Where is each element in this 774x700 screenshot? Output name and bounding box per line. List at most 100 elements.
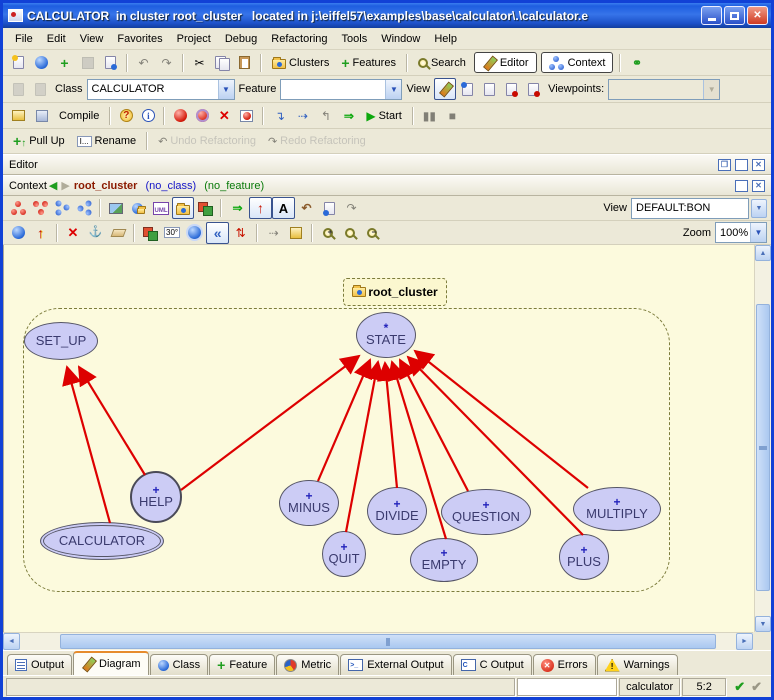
maximize-button[interactable]	[724, 6, 745, 25]
edge-plus-state[interactable]	[408, 357, 583, 535]
show-suppliers-button[interactable]	[73, 197, 95, 219]
project-info-button[interactable]: i	[137, 105, 159, 127]
vertical-scrollbar[interactable]: ▲ ▼	[754, 245, 771, 632]
views-window-button[interactable]	[194, 197, 216, 219]
stop-button[interactable]: ■	[441, 105, 464, 127]
cut-button[interactable]: ✂	[188, 52, 211, 74]
viewpoints-combobox[interactable]: ▼	[608, 79, 720, 100]
zoom-combo-arrow-icon[interactable]: ▼	[750, 223, 766, 242]
diagram-view-combobox[interactable]: DEFAULT:BON	[631, 198, 749, 219]
view-editor-button[interactable]	[434, 78, 456, 100]
viewpoints-combo-arrow-icon[interactable]: ▼	[703, 80, 719, 99]
class-combo-arrow-icon[interactable]: ▼	[218, 80, 234, 99]
tab-feature[interactable]: + Feature	[209, 654, 275, 675]
context-feature-link[interactable]: (no_feature)	[204, 180, 264, 192]
step-out-button[interactable]: ↰	[314, 105, 337, 127]
editor-close-button[interactable]: ✕	[752, 159, 765, 171]
snap-angle-button[interactable]: 30°	[161, 222, 183, 244]
view-interface-button[interactable]	[500, 78, 522, 100]
diagram-undo-button[interactable]: ↶	[295, 197, 318, 219]
scroll-left-button[interactable]: ◄	[3, 633, 20, 650]
redo-refactoring-button[interactable]: ↷ Redo Refactoring	[262, 130, 372, 152]
quality-button[interactable]	[183, 222, 206, 244]
labels-toggle-button[interactable]: A	[272, 197, 295, 219]
context-maximize-button[interactable]	[735, 180, 748, 192]
paste-button[interactable]	[233, 52, 256, 74]
create-inheritance-button[interactable]: ↑	[29, 222, 52, 244]
horizontal-scrollbar[interactable]: ◄ ►	[3, 632, 753, 650]
edge-help-setup[interactable]	[79, 367, 145, 475]
breakpoint-enable-button[interactable]	[169, 105, 191, 127]
show-ancestors-button[interactable]	[7, 197, 29, 219]
client-links-button[interactable]: ⇒	[226, 197, 249, 219]
run-to-cursor-button[interactable]: ⇒	[337, 105, 360, 127]
zoom-in-button[interactable]: +	[317, 222, 339, 244]
editor-toggle-button[interactable]: Editor	[474, 52, 537, 73]
pause-button[interactable]: ▮▮	[418, 105, 441, 127]
breakpoint-remove-button[interactable]: ✕	[213, 105, 235, 127]
scroll-down-button[interactable]: ▼	[755, 616, 771, 632]
copy-button[interactable]	[211, 52, 233, 74]
compile-button[interactable]: Compile	[53, 105, 105, 127]
new-file-button[interactable]	[7, 52, 30, 74]
scroll-up-button[interactable]: ▲	[755, 245, 771, 261]
delete-button[interactable]: ✕	[62, 222, 84, 244]
history-back-button[interactable]	[7, 78, 29, 100]
straighten-links-button[interactable]: «	[206, 222, 229, 244]
edge-divide-state[interactable]	[385, 363, 397, 488]
zoom-combobox[interactable]: 100% ▼	[715, 222, 767, 243]
unanchor-button[interactable]: ⚓	[84, 222, 107, 244]
edge-minus-state[interactable]	[318, 360, 370, 481]
horizontal-scroll-thumb[interactable]	[60, 634, 716, 649]
edge-question-state[interactable]	[400, 360, 468, 491]
inheritance-links-button[interactable]: ↑	[249, 197, 272, 219]
cluster-label-box[interactable]: root_cluster	[343, 278, 447, 306]
undo-refactoring-button[interactable]: ↶ Undo Refactoring	[152, 130, 262, 152]
align-button[interactable]: ⇅	[229, 222, 252, 244]
menu-favorites[interactable]: Favorites	[111, 31, 168, 47]
rename-button[interactable]: I... Rename	[71, 130, 142, 152]
create-class-button[interactable]	[7, 222, 29, 244]
tab-diagram[interactable]: Diagram	[73, 651, 149, 675]
diagram-history-button[interactable]	[318, 197, 340, 219]
editor-restore-button[interactable]: ❐	[718, 159, 731, 171]
redo-button[interactable]: ↷	[155, 52, 178, 74]
undo-button[interactable]: ↶	[132, 52, 155, 74]
freeze-button[interactable]	[30, 105, 53, 127]
title-bar[interactable]: CALCULATOR in cluster root_cluster locat…	[3, 3, 771, 28]
search-button[interactable]: Search	[412, 52, 472, 74]
menu-project[interactable]: Project	[171, 31, 217, 47]
tab-class[interactable]: Class	[150, 654, 209, 675]
uml-view-button[interactable]: UML	[150, 197, 172, 219]
menu-edit[interactable]: Edit	[41, 31, 72, 47]
view-contract-button[interactable]	[478, 78, 500, 100]
feature-combobox[interactable]: ▼	[280, 79, 402, 100]
external-commands-button[interactable]: ⚭	[625, 52, 648, 74]
diagram-view-dropdown-button[interactable]: ▼	[751, 199, 767, 218]
link-tool-button[interactable]: ⇢	[262, 222, 285, 244]
view-flat-contract-button[interactable]	[522, 78, 544, 100]
clusters-button[interactable]: Clusters	[266, 52, 335, 74]
edge-multiply-state[interactable]	[415, 351, 588, 488]
view-flat-button[interactable]	[456, 78, 478, 100]
fill-color-button[interactable]	[139, 222, 161, 244]
menu-debug[interactable]: Debug	[219, 31, 263, 47]
save-button[interactable]	[76, 52, 99, 74]
context-cluster-link[interactable]: root_cluster	[74, 180, 138, 192]
diagram-canvas[interactable]: root_cluster SET_UP * STATE + HELP CALCU…	[3, 245, 754, 632]
start-button[interactable]: ▶ Start	[360, 105, 407, 127]
zoom-out-button[interactable]: −	[361, 222, 383, 244]
menu-file[interactable]: File	[9, 31, 39, 47]
menu-refactoring[interactable]: Refactoring	[265, 31, 333, 47]
edge-calculator-setup[interactable]	[67, 367, 110, 523]
history-forward-button[interactable]	[29, 78, 51, 100]
editor-maximize-button[interactable]	[735, 159, 748, 171]
edge-help-state[interactable]	[181, 356, 359, 490]
minimize-button[interactable]	[701, 6, 722, 25]
scroll-right-button[interactable]: ►	[736, 633, 753, 650]
context-close-button[interactable]: ✕	[752, 180, 765, 192]
context-forward-button[interactable]: ▶	[61, 179, 69, 192]
features-button[interactable]: + Features	[335, 52, 402, 74]
compile-info-button[interactable]: ?	[115, 105, 137, 127]
feature-combo-arrow-icon[interactable]: ▼	[385, 80, 401, 99]
